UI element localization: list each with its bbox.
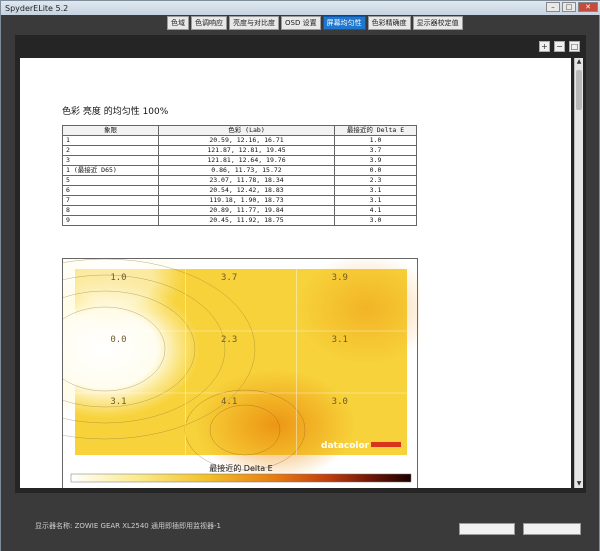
datacolor-logo-bar	[371, 442, 401, 447]
window-controls: – □ ✕	[546, 2, 598, 12]
uniformity-heatmap: 1.0 3.7 3.9 0.0 2.3 3.1 3.1 4.1 3.0 datacolor 最接…	[62, 258, 419, 488]
delta-e-cell: 0.0	[334, 165, 417, 176]
table-row: 7 119.18, 1.90, 18.73 3.1	[62, 195, 417, 206]
tab-bar: 色域 色调响应 亮度与对比度 OSD 设置 屏幕均匀性 色彩精确度 显示器校定值	[167, 16, 463, 30]
scroll-down-icon[interactable]: ▼	[575, 480, 583, 488]
tab-screen-uniformity[interactable]: 屏幕均匀性	[322, 16, 366, 30]
lab-cell: 20.54, 12.42, 18.83	[158, 185, 335, 196]
delta-e-cell: 3.9	[334, 155, 417, 166]
delta-e-cell: 4.1	[334, 205, 417, 216]
scroll-up-icon[interactable]: ▲	[575, 58, 583, 66]
heatmap-cell-value: 4.1	[221, 397, 237, 407]
quadrant-cell: 1 (最接近 D65)	[62, 165, 159, 176]
report-title: 色彩 亮度 的均匀性 100%	[62, 107, 169, 117]
delta-e-cell: 3.7	[334, 145, 417, 156]
table-row: 2 121.87, 12.81, 19.45 3.7	[62, 145, 417, 156]
tab-brightness-contrast[interactable]: 亮度与对比度	[229, 16, 279, 30]
next-button[interactable]	[523, 523, 581, 535]
report-page: 色彩 亮度 的均匀性 100% 象限 色彩 (Lab) 最接近的 Delta E…	[20, 58, 571, 488]
maximize-button[interactable]: □	[562, 2, 576, 12]
heatmap-svg: 1.0 3.7 3.9 0.0 2.3 3.1 3.1 4.1 3.0 datacolor 最接…	[63, 259, 419, 483]
table-row: 8 20.89, 11.77, 19.84 4.1	[62, 205, 417, 216]
header-color-lab: 色彩 (Lab)	[158, 125, 335, 136]
color-scale-bar	[70, 473, 412, 483]
datacolor-logo: datacolor	[321, 441, 370, 451]
table-row: 1 20.59, 12.16, 16.71 1.0	[62, 135, 417, 146]
tab-calibration-values[interactable]: 显示器校定值	[412, 16, 463, 30]
tab-osd-settings[interactable]: OSD 设置	[281, 16, 321, 30]
lab-cell: 20.89, 11.77, 19.84	[158, 205, 335, 216]
app-window: SpyderELite 5.2 – □ ✕ 色域 色调响应 亮度与对比度 OSD…	[0, 0, 600, 551]
zoom-in-icon[interactable]: +	[539, 41, 550, 52]
app-title: SpyderELite 5.2	[5, 3, 69, 13]
lab-cell: 20.59, 12.16, 16.71	[158, 135, 335, 146]
minimize-button[interactable]: –	[546, 2, 560, 12]
heatmap-cell-value: 3.1	[110, 397, 126, 407]
fit-page-icon[interactable]: □	[569, 41, 580, 52]
heatmap-cell-value: 3.7	[221, 273, 237, 283]
title-bar: SpyderELite 5.2 – □ ✕	[1, 1, 600, 15]
table-row: 5 23.07, 11.78, 18.34 2.3	[62, 175, 417, 186]
quadrant-cell: 5	[62, 175, 159, 186]
delta-e-cell: 3.1	[334, 185, 417, 196]
lab-cell: 23.07, 11.78, 18.34	[158, 175, 335, 186]
quadrant-cell: 2	[62, 145, 159, 156]
quadrant-cell: 6	[62, 185, 159, 196]
lab-cell: 0.86, 11.73, 15.72	[158, 165, 335, 176]
delta-e-cell: 1.0	[334, 135, 417, 146]
vertical-scrollbar[interactable]: ▲ ▼	[574, 58, 583, 488]
quadrant-cell: 1	[62, 135, 159, 146]
tab-color-accuracy[interactable]: 色彩精确度	[367, 16, 411, 30]
quadrant-cell: 7	[62, 195, 159, 206]
delta-e-cell: 2.3	[334, 175, 417, 186]
status-bar: 显示器名称: ZOWIE GEAR XL2540 通用即插即用监视器-1	[1, 493, 599, 551]
close-button[interactable]: ✕	[578, 2, 598, 12]
legend-title: 最接近的 Delta E	[209, 463, 272, 473]
table-row: 3 121.81, 12.64, 19.76 3.9	[62, 155, 417, 166]
heatmap-cell-value: 3.9	[332, 273, 348, 283]
quadrant-cell: 3	[62, 155, 159, 166]
tab-tone-response[interactable]: 色调响应	[191, 16, 227, 30]
heatmap-cell-value: 3.1	[332, 335, 348, 345]
tab-gamut[interactable]: 色域	[167, 16, 189, 30]
zoom-out-icon[interactable]: −	[554, 41, 565, 52]
header-delta-e: 最接近的 Delta E	[334, 125, 417, 136]
table-row: 6 20.54, 12.42, 18.83 3.1	[62, 185, 417, 196]
heatmap-cell-value: 3.0	[332, 397, 348, 407]
display-name: 显示器名称: ZOWIE GEAR XL2540 通用即插即用监视器-1	[35, 522, 221, 530]
delta-e-cell: 3.1	[334, 195, 417, 206]
lab-cell: 119.18, 1.90, 18.73	[158, 195, 335, 206]
lab-cell: 121.87, 12.81, 19.45	[158, 145, 335, 156]
heatmap-cell-value: 1.0	[110, 273, 126, 283]
lab-cell: 121.81, 12.64, 19.76	[158, 155, 335, 166]
quadrant-cell: 8	[62, 205, 159, 216]
quadrant-cell: 9	[62, 215, 159, 226]
delta-e-cell: 3.0	[334, 215, 417, 226]
header-quadrant: 象限	[62, 125, 159, 136]
table-header-row: 象限 色彩 (Lab) 最接近的 Delta E	[62, 125, 417, 136]
scroll-thumb[interactable]	[576, 70, 582, 110]
report-viewer: + − □ 色彩 亮度 的均匀性 100% 象限 色彩 (Lab) 最接近的 D…	[15, 35, 586, 493]
heatmap-cell-value: 2.3	[221, 335, 237, 345]
back-button[interactable]	[459, 523, 515, 535]
table-row: 9 20.45, 11.92, 18.75 3.0	[62, 215, 417, 226]
lab-cell: 20.45, 11.92, 18.75	[158, 215, 335, 226]
uniformity-table: 象限 色彩 (Lab) 最接近的 Delta E 1 20.59, 12.16, …	[62, 125, 417, 226]
heatmap-cell-value: 0.0	[110, 335, 126, 345]
table-row: 1 (最接近 D65) 0.86, 11.73, 15.72 0.0	[62, 165, 417, 176]
doc-toolbar: + − □	[539, 41, 580, 52]
